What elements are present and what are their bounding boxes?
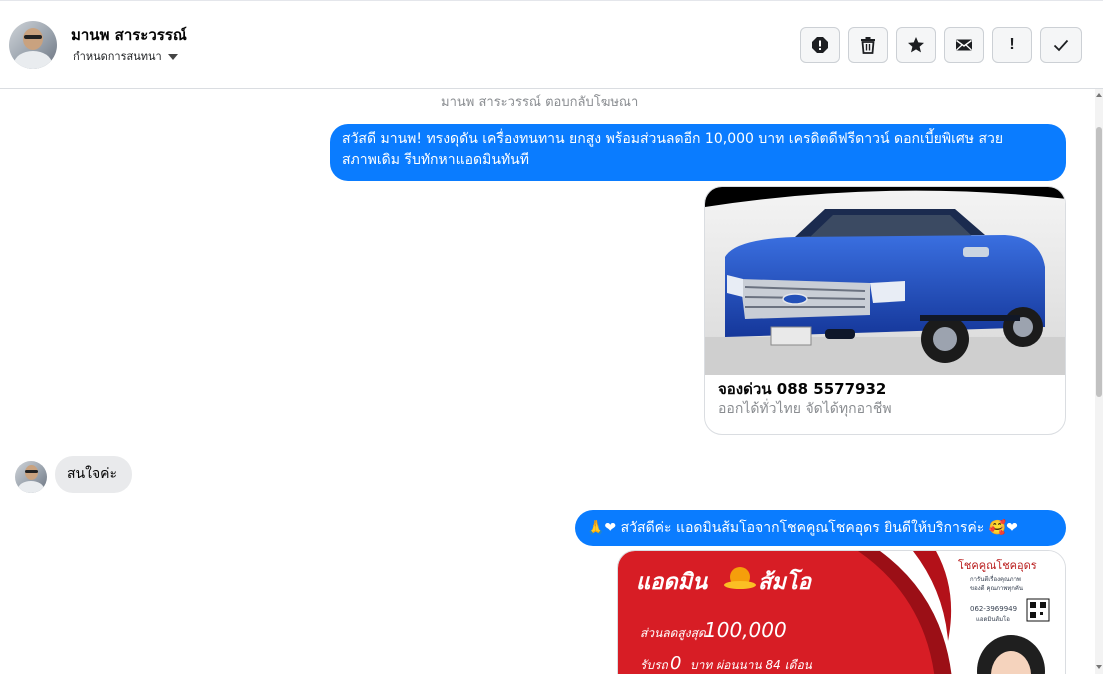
outgoing-message[interactable]: สวัสดี มานพ! ทรงดุดัน เครื่องทนทาน ยกสูง… (330, 124, 1066, 181)
mark-unread-button[interactable] (944, 27, 984, 63)
trash-icon (861, 37, 875, 54)
scrollbar-thumb[interactable] (1096, 127, 1102, 397)
brand-sub-1: การันตีเรื่องคุณภาพ (970, 575, 1021, 583)
message-thread: มานพ สาระวรรณ์ ตอบกลับโฆษณา สวัสดี มานพ!… (0, 89, 1103, 674)
ad-card[interactable]: จองด่วน 088 5577932 ออกได้ทั่วไทย จัดได้… (704, 186, 1066, 435)
conversation-header: มานพ สาระวรรณ์ กำหนดการสนทนา ! (0, 0, 1103, 89)
message-text: สวัสดีค่ะ แอดมินส้มโอจากโชคคูณโชคอุดร ยิ… (620, 520, 985, 536)
mark-done-button[interactable] (1040, 27, 1082, 63)
scrollbar[interactable] (1095, 89, 1103, 674)
promo-image[interactable]: แอดมิน ส้มโอ ส่วนลดสูงสุด 100,000 รับรถ … (617, 550, 1066, 674)
report-icon (812, 37, 828, 53)
caret-down-icon (167, 54, 178, 60)
envelope-icon (956, 39, 972, 51)
contact-avatar[interactable] (9, 21, 57, 69)
brand-name: โชคคูณโชคอุดร (958, 558, 1037, 572)
ad-reply-notice: มานพ สาระวรรณ์ ตอบกลับโฆษณา (441, 95, 639, 110)
message-text-line: สวัสดี มานพ! ทรงดุดัน เครื่องทนทาน ยกสูง… (342, 131, 1004, 147)
discount-value: 100,000 (704, 618, 787, 642)
down-value: 0 (670, 653, 681, 674)
down-label: รับรถ (640, 658, 669, 672)
incoming-message[interactable]: สนใจค่ะ (55, 456, 132, 493)
emoji-text: 🙏❤ (587, 520, 617, 536)
promo-headline-2: ส้มโอ (758, 568, 813, 595)
check-icon (1053, 39, 1069, 52)
promo-headline: แอดมิน (636, 570, 708, 595)
star-button[interactable] (896, 27, 936, 63)
contact-name[interactable]: มานพ สาระวรรณ์ (71, 23, 187, 47)
card-subtitle: ออกได้ทั่วไทย จัดได้ทุกอาชีพ (718, 401, 892, 417)
follow-up-icon: ! (1009, 36, 1015, 53)
customer-avatar[interactable] (15, 461, 47, 493)
follow-up-button[interactable]: ! (992, 27, 1032, 63)
message-text: สนใจค่ะ (67, 466, 118, 482)
star-icon (908, 37, 924, 53)
truck-image (705, 187, 1065, 375)
promo-phone-sub: แอดมินส้มโอ (976, 615, 1010, 623)
delete-button[interactable] (848, 27, 888, 63)
report-spam-button[interactable] (800, 27, 840, 63)
outgoing-message[interactable]: 🙏❤ สวัสดีค่ะ แอดมินส้มโอจากโชคคูณโชคอุดร… (575, 510, 1066, 546)
brand-sub-2: ของดี คุณภาพทุกคัน (970, 584, 1023, 592)
assign-conversation-dropdown[interactable]: กำหนดการสนทนา (73, 47, 178, 65)
down-suffix: บาท ผ่อนนาน 84 เดือน (690, 658, 813, 672)
message-text-line: สภาพเดิม รีบทักหาแอดมินทันที (342, 152, 529, 168)
promo-phone: 062-3969949 (970, 605, 1017, 613)
assign-conversation-label: กำหนดการสนทนา (73, 50, 162, 63)
emoji-text: 🥰❤ (988, 520, 1018, 536)
discount-label: ส่วนลดสูงสุด (640, 626, 707, 641)
